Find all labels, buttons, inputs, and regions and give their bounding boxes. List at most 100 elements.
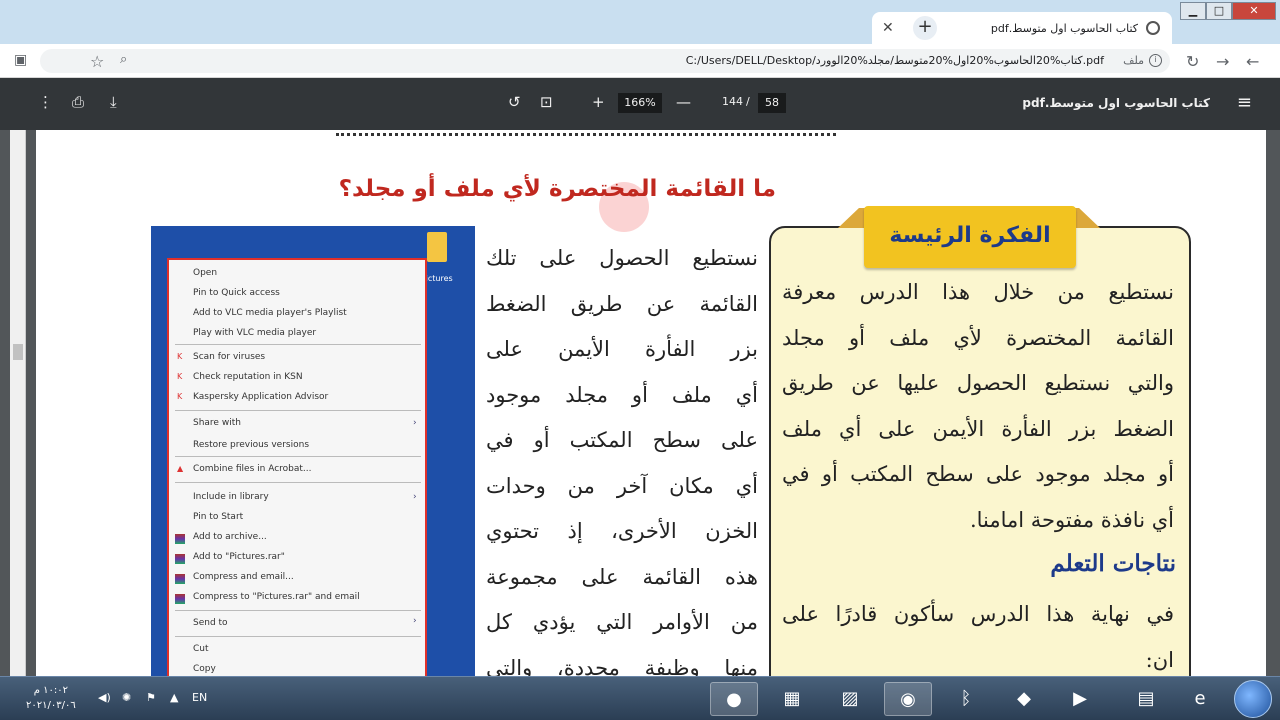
ctx-separator [175, 410, 421, 411]
volume-icon[interactable]: ◀) [98, 691, 111, 704]
ctx-separator [175, 456, 421, 457]
outcomes-paragraph: في نهاية هذا الدرس سأكون قادرًا على ان: [782, 592, 1174, 676]
page-separator: / [746, 95, 750, 108]
clock-date: ٢٠٢١/٠٣/٠٦ [26, 700, 76, 711]
winrar-icon [175, 594, 185, 604]
ctx-item: Add to VLC media player's Playlist [193, 308, 347, 318]
outcome-line: ان: [1145, 647, 1174, 672]
acrobat-icon: ▲ [177, 464, 184, 473]
reload-icon[interactable]: ↻ [1186, 52, 1199, 71]
ctx-separator [175, 344, 421, 345]
screen-recorder-icon[interactable]: ● [710, 682, 758, 716]
clock-time: ١٠:٠٢ م [33, 685, 68, 696]
zoom-out-button[interactable]: — [676, 93, 691, 111]
new-tab-button[interactable]: + [913, 16, 937, 40]
zoom-in-button[interactable]: + [592, 93, 605, 111]
right-scrollbar[interactable] [1266, 130, 1280, 676]
context-menu: Open Pin to Quick access Add to VLC medi… [167, 258, 427, 676]
left-scrollbar[interactable] [10, 130, 26, 676]
globe-icon [1146, 21, 1160, 35]
submenu-arrow-icon: › [413, 418, 417, 428]
star-icon[interactable]: ☆ [90, 52, 104, 71]
file-scheme-label: ملف [1123, 54, 1144, 67]
media-player-icon[interactable]: ▶ [1056, 682, 1104, 716]
tray-arrow-icon[interactable]: ▲ [170, 691, 178, 704]
pdf-page: ما القائمة المختصرة لأي ملف أو مجلد؟ Pic… [36, 130, 1266, 676]
ie-icon[interactable]: e [1176, 682, 1224, 716]
clock[interactable]: ١٠:٠٢ م ٢٠٢١/٠٣/٠٦ [26, 683, 76, 713]
zoom-icon[interactable]: ⌕ [120, 52, 127, 67]
body-line: هذه القائمة على مجموعة [486, 564, 758, 589]
ctx-item: Play with VLC media player [193, 328, 317, 338]
winrar-icon [175, 534, 185, 544]
pdf-viewer[interactable]: ما القائمة المختصرة لأي ملف أو مجلد؟ Pic… [0, 130, 1280, 676]
action-center-flag-icon[interactable]: ⚑ [146, 691, 156, 704]
visual-studio-icon[interactable]: ◆ [1000, 682, 1048, 716]
address-bar: ← → ↻ ▣ i ملف C:/Users/DELL/Desktop/كتاب… [0, 44, 1280, 78]
window-close-button[interactable]: ✕ [1232, 2, 1276, 20]
kaspersky-icon: K [177, 392, 183, 401]
body-line: أي ملف أو مجلد موجود [486, 382, 758, 407]
language-indicator[interactable]: EN [192, 691, 207, 704]
tab-title: كتاب الحاسوب اول متوسط.pdf [990, 21, 1138, 35]
ctx-item: Restore previous versions [193, 440, 310, 450]
submenu-arrow-icon: › [413, 492, 417, 502]
kaspersky-icon: K [177, 372, 183, 381]
idea-title: الفكرة الرئيسة [864, 206, 1076, 268]
ctx-item: Pin to Quick access [193, 288, 280, 298]
ctx-item: Share with [193, 418, 241, 428]
menu-icon[interactable]: ≡ [1237, 92, 1252, 113]
ctx-item: Compress to "Pictures.rar" and email [193, 592, 360, 602]
tab-close-icon[interactable]: ✕ [882, 20, 894, 36]
current-page-input[interactable]: 58 [758, 93, 786, 113]
ctx-item: Compress and email... [193, 572, 294, 582]
ctx-item: Pin to Start [193, 512, 244, 522]
body-line: نستطيع الحصول على تلك [486, 246, 758, 270]
ctx-item: Combine files in Acrobat... [193, 464, 312, 474]
document-app-icon[interactable]: ▦ [768, 682, 816, 716]
zoom-level[interactable]: 166% [618, 93, 662, 113]
print-icon[interactable]: ⎙ [72, 93, 84, 111]
outcome-line: في نهاية هذا الدرس سأكون قادرًا على [782, 602, 1174, 626]
network-icon[interactable]: ✺ [122, 691, 131, 704]
more-options-icon[interactable]: ⋮ [38, 93, 53, 111]
rotate-icon[interactable]: ↺ [508, 93, 521, 111]
idea-line: أو مجلد موجود على سطح المكتب أو في [782, 462, 1174, 486]
idea-line: نستطيع من خلال هذا الدرس معرفة [782, 280, 1174, 304]
idea-line: القائمة المختصرة لأي ملف أو مجلد [782, 325, 1174, 350]
window-minimize-button[interactable]: ▁ [1180, 2, 1206, 20]
forward-arrow-icon[interactable]: → [1216, 52, 1229, 71]
info-icon[interactable]: i [1149, 54, 1162, 67]
total-pages: 144 [722, 95, 743, 108]
omnibox[interactable]: i ملف C:/Users/DELL/Desktop/كتاب%20الحاس… [40, 49, 1170, 73]
url-text[interactable]: C:/Users/DELL/Desktop/كتاب%20الحاسوب%20ا… [686, 54, 1104, 67]
idea-paragraph: نستطيع من خلال هذا الدرس معرفة القائمة ا… [782, 270, 1174, 543]
ctx-item: Cut [193, 644, 209, 654]
ctx-item: Add to "Pictures.rar" [193, 552, 285, 562]
body-line: بزر الفأرة الأيمن على [486, 337, 758, 361]
ctx-separator [175, 636, 421, 637]
winrar-icon [175, 554, 185, 564]
download-icon[interactable]: ⤓ [110, 93, 117, 111]
ctx-item: Include in library [193, 492, 269, 502]
pdf-toolbar: ≡ كتاب الحاسوب اول متوسط.pdf 58 / 144 — … [0, 78, 1280, 130]
idea-line: الضغط بزر الفأرة الأيمن على أي ملف [782, 416, 1174, 441]
chrome-icon[interactable]: ◉ [884, 682, 932, 716]
section-heading: ما القائمة المختصرة لأي ملف أو مجلد؟ [338, 176, 776, 202]
window-maximize-button[interactable]: □ [1206, 2, 1232, 20]
file-explorer-icon[interactable]: ▤ [1122, 682, 1170, 716]
winrar-icon [175, 574, 185, 584]
kaspersky-icon: K [177, 352, 183, 361]
start-button[interactable] [1234, 680, 1272, 718]
idea-line: والتي نستطيع الحصول عليها عن طريق [782, 371, 1174, 395]
notes-app-icon[interactable]: ▨ [826, 682, 874, 716]
scrollbar-thumb[interactable] [13, 344, 23, 360]
context-menu-screenshot: Pictures Open Pin to Quick access Add to… [151, 226, 475, 676]
body-line: على سطح المكتب أو في [486, 428, 758, 452]
back-arrow-icon[interactable]: ← [1246, 52, 1259, 71]
bluetooth-icon[interactable]: ᛒ [942, 682, 990, 716]
extension-icon[interactable]: ▣ [14, 52, 27, 68]
pdf-title: كتاب الحاسوب اول متوسط.pdf [1022, 96, 1210, 110]
folder-icon [427, 232, 447, 262]
fit-page-icon[interactable]: ⊡ [540, 93, 553, 111]
